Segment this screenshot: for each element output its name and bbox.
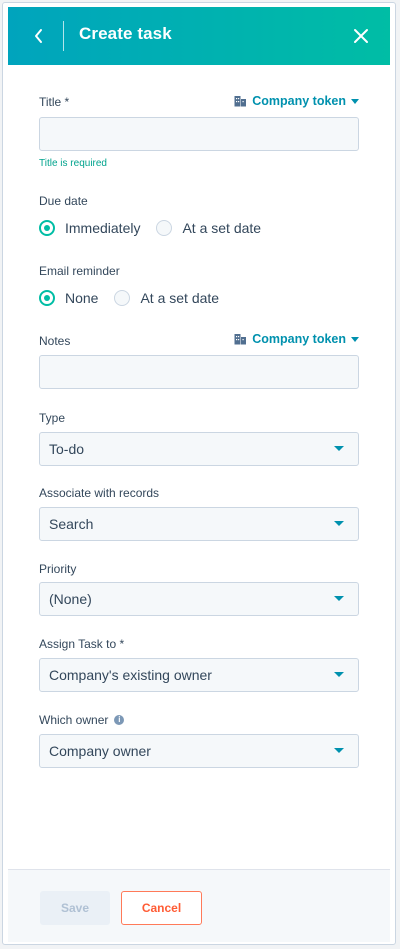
caret-down-icon xyxy=(334,672,344,677)
title-company-token[interactable]: Company token xyxy=(234,94,359,108)
header-divider xyxy=(63,21,64,51)
title-label: Title * xyxy=(39,95,70,109)
caret-down-icon xyxy=(351,336,359,342)
caret-down-icon xyxy=(351,98,359,104)
close-icon xyxy=(354,29,368,43)
type-label: Type xyxy=(39,411,66,425)
create-task-panel: Create task Title * Company token Title … xyxy=(2,2,396,945)
assign-to-label: Assign Task to * xyxy=(39,637,125,651)
email-reminder-option-label: None xyxy=(65,290,99,306)
which-owner-label: Which owner xyxy=(39,713,109,727)
priority-label: Priority xyxy=(39,562,77,576)
panel-footer: Save Cancel xyxy=(8,869,390,942)
notes-input[interactable] xyxy=(39,355,359,389)
due-date-set-date-radio[interactable]: At a set date xyxy=(156,220,261,236)
type-select[interactable]: To-do xyxy=(39,432,359,466)
due-date-option-label: At a set date xyxy=(182,220,262,236)
email-reminder-none-radio[interactable]: None xyxy=(39,290,98,306)
type-value: To-do xyxy=(49,441,85,457)
caret-down-icon xyxy=(334,446,344,451)
radio-unchecked-icon xyxy=(114,290,131,306)
radio-unchecked-icon xyxy=(156,220,173,236)
assign-to-select[interactable]: Company's existing owner xyxy=(39,658,359,692)
email-reminder-option-label: At a set date xyxy=(140,290,220,306)
due-date-options: Immediately At a set date xyxy=(39,220,277,236)
title-input[interactable] xyxy=(39,117,359,151)
associate-label: Associate with records xyxy=(39,486,160,500)
chevron-left-icon xyxy=(35,29,42,43)
associate-value: Search xyxy=(49,516,94,532)
radio-checked-icon xyxy=(39,220,55,236)
back-button[interactable] xyxy=(24,21,54,51)
associate-select[interactable]: Search xyxy=(39,507,359,541)
notes-label: Notes xyxy=(39,334,71,348)
building-icon xyxy=(234,96,247,107)
building-icon xyxy=(234,334,247,345)
save-button[interactable]: Save xyxy=(40,891,110,925)
title-error: Title is required xyxy=(39,158,107,169)
radio-checked-icon xyxy=(39,290,55,306)
priority-select[interactable]: (None) xyxy=(39,582,359,616)
email-reminder-options: None At a set date xyxy=(39,290,235,306)
info-icon[interactable]: i xyxy=(114,714,125,725)
priority-value: (None) xyxy=(49,591,92,607)
due-date-immediately-radio[interactable]: Immediately xyxy=(39,220,140,236)
due-date-option-label: Immediately xyxy=(65,220,141,236)
which-owner-select[interactable]: Company owner xyxy=(39,734,359,768)
caret-down-icon xyxy=(334,596,344,601)
email-reminder-label: Email reminder xyxy=(39,264,120,278)
email-reminder-set-date-radio[interactable]: At a set date xyxy=(114,290,219,306)
close-button[interactable] xyxy=(346,21,376,51)
which-owner-label-row: Which owner i xyxy=(39,713,125,727)
notes-company-token[interactable]: Company token xyxy=(234,332,359,346)
notes-token-label: Company token xyxy=(252,332,346,346)
panel-header: Create task xyxy=(8,7,390,65)
caret-down-icon xyxy=(334,521,344,526)
title-token-label: Company token xyxy=(252,94,346,108)
which-owner-value: Company owner xyxy=(49,743,151,759)
caret-down-icon xyxy=(334,748,344,753)
panel-title: Create task xyxy=(79,24,172,43)
cancel-button[interactable]: Cancel xyxy=(121,891,202,925)
assign-to-value: Company's existing owner xyxy=(49,667,212,683)
due-date-label: Due date xyxy=(39,194,88,208)
